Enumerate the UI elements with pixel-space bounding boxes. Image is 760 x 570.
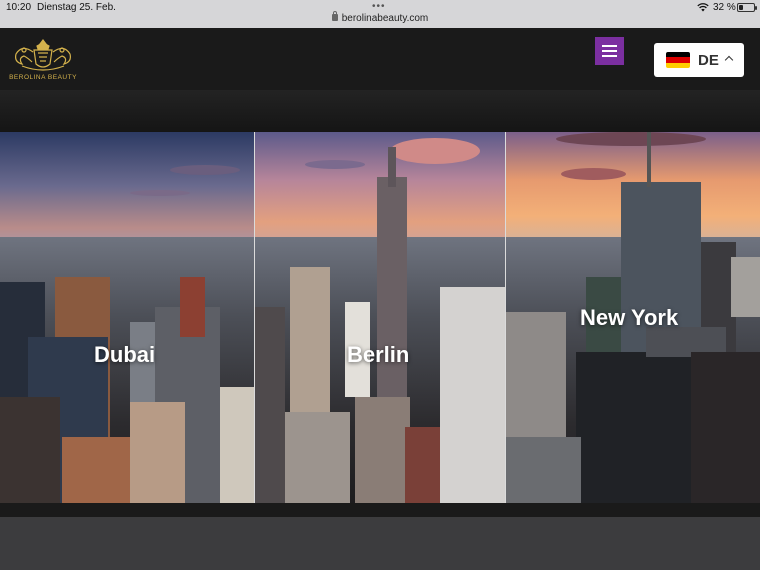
cloud <box>561 168 626 180</box>
building <box>405 427 440 503</box>
lock-icon <box>331 11 338 21</box>
cloud <box>170 165 240 175</box>
cloud <box>556 132 706 146</box>
chevron-up-icon <box>724 55 734 65</box>
city-skyline <box>0 237 254 503</box>
germany-flag-icon <box>666 52 690 68</box>
building <box>506 437 581 503</box>
city-label-new-york: New York <box>580 305 679 330</box>
building <box>388 147 396 187</box>
logo[interactable]: BEROLINA BEAUTY <box>8 36 78 82</box>
cloud <box>390 138 480 164</box>
header-subbar <box>0 90 760 132</box>
building <box>220 387 254 503</box>
city-skyline <box>255 147 505 503</box>
building <box>355 397 410 503</box>
address-bar[interactable]: berolinabeauty.com <box>0 11 760 27</box>
status-time: 10:20 <box>6 2 32 13</box>
building <box>0 397 60 503</box>
site-header: BEROLINA BEAUTY DE <box>0 28 760 90</box>
battery-percent: 32 % <box>713 2 736 13</box>
building <box>731 257 760 317</box>
cloud <box>305 160 365 169</box>
hamburger-line <box>602 50 617 52</box>
panel-dubai[interactable]: Dubai <box>0 132 254 503</box>
menu-button[interactable] <box>595 37 624 65</box>
status-bar: 10:20 Dienstag 25. Feb. ••• 32 % berolin… <box>0 0 760 28</box>
hero-city-panels: Dubai Berlin New York <box>0 132 760 503</box>
building <box>647 132 651 187</box>
wifi-icon <box>697 3 709 12</box>
building <box>691 352 760 503</box>
city-label-berlin: Berlin <box>347 342 410 367</box>
hamburger-line <box>602 55 617 57</box>
building <box>285 412 350 503</box>
status-date: Dienstag 25. Feb. <box>37 2 116 13</box>
url-text: berolinabeauty.com <box>341 13 429 24</box>
building <box>130 402 185 503</box>
sky-background <box>0 132 254 252</box>
building <box>180 277 205 337</box>
crest-icon <box>15 39 71 71</box>
building <box>440 287 505 503</box>
language-code: DE <box>698 52 719 69</box>
page-bottom-area <box>0 517 760 570</box>
battery-level <box>739 5 743 10</box>
panel-berlin[interactable]: Berlin <box>255 132 505 503</box>
battery-icon <box>737 3 757 12</box>
city-skyline <box>506 132 760 503</box>
panel-new-york[interactable]: New York <box>506 132 760 503</box>
building <box>62 437 132 503</box>
city-label-dubai: Dubai <box>94 342 156 367</box>
footer-strip <box>0 503 760 517</box>
building <box>255 307 285 503</box>
logo-text: BEROLINA BEAUTY <box>9 74 77 81</box>
cloud <box>130 190 190 196</box>
hamburger-menu-icon <box>602 45 617 47</box>
multitask-dots[interactable]: ••• <box>372 1 386 12</box>
language-selector[interactable]: DE <box>654 43 744 77</box>
